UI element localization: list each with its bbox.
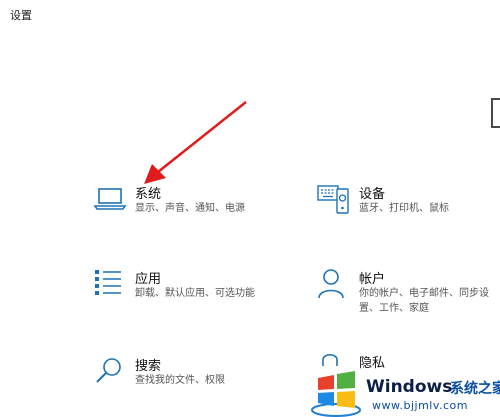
watermark-brand: Windows	[366, 377, 453, 397]
tile-search-name: 搜索	[135, 359, 162, 374]
tile-accounts-desc: 你的帐户、电子邮件、同步设置、工作、家庭	[359, 288, 489, 314]
person-icon	[318, 269, 344, 299]
tile-apps-desc: 卸载、默认应用、可选功能	[135, 288, 255, 299]
tile-devices-desc: 蓝牙、打印机、鼠标	[359, 203, 449, 214]
tile-devices[interactable]: 设备 蓝牙、打印机、鼠标	[317, 183, 497, 223]
app-list-icon	[95, 270, 121, 295]
tile-system[interactable]: 系统 显示、声音、通知、电源	[93, 183, 293, 223]
windows-logo-icon	[311, 371, 361, 417]
tile-accounts[interactable]: 帐户 你的帐户、电子邮件、同步设置、工作、家庭	[317, 268, 497, 318]
settings-title: 设置	[10, 9, 32, 22]
tile-system-desc: 显示、声音、通知、电源	[135, 203, 245, 214]
tile-apps-name: 应用	[135, 272, 162, 287]
tile-devices-name: 设备	[359, 187, 386, 202]
magnifier-icon	[96, 358, 121, 383]
tile-search-desc: 查找我的文件、权限	[135, 375, 225, 386]
window-edge-frame	[491, 98, 500, 128]
watermark-url: www.bjjmlv.com	[372, 399, 468, 412]
tile-accounts-name: 帐户	[359, 272, 386, 287]
keyboard-icon	[317, 185, 349, 214]
tile-search[interactable]: 搜索 查找我的文件、权限	[93, 355, 293, 395]
tile-system-name: 系统	[135, 187, 162, 202]
laptop-icon	[93, 188, 127, 210]
watermark-brand-suffix: 系统之家	[450, 381, 500, 397]
tile-apps[interactable]: 应用 卸载、默认应用、可选功能	[93, 268, 293, 308]
watermark: Windows 系统之家 www.bjjmlv.com	[310, 366, 500, 417]
